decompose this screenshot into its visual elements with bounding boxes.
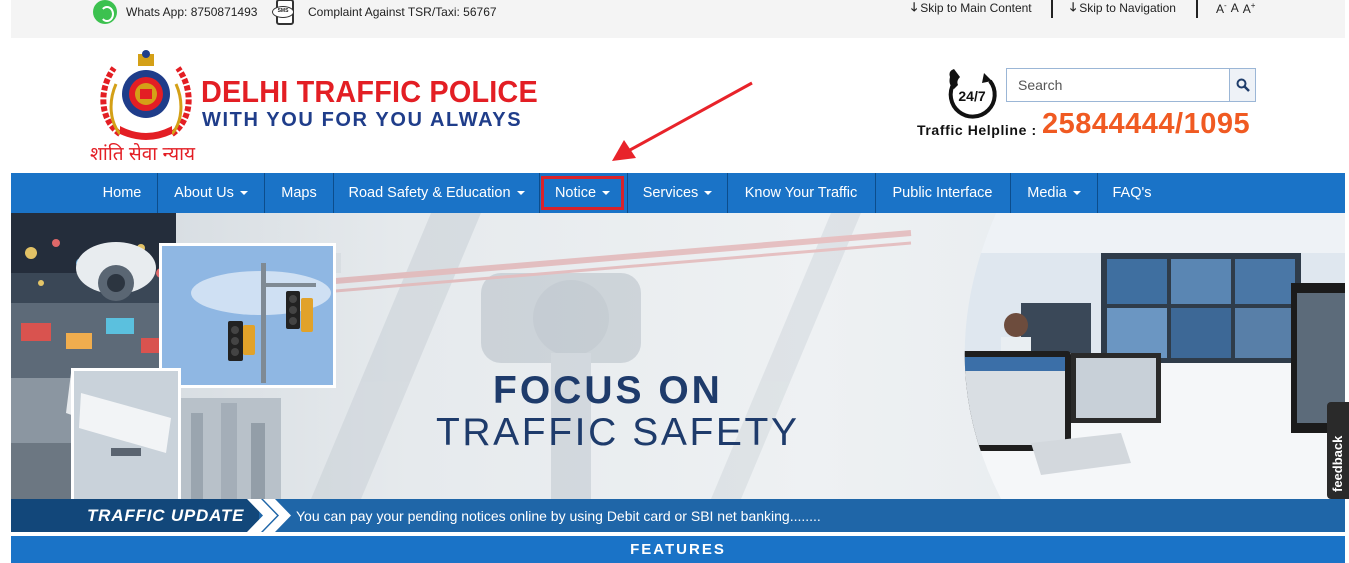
skip-to-nav-link[interactable]: 🡓 Skip to Navigation	[1070, 0, 1176, 16]
search-icon	[1236, 78, 1250, 92]
font-size-controls: A- A A+	[1216, 0, 1255, 16]
feedback-tab[interactable]: feedback	[1327, 402, 1349, 499]
complaint-text: Complaint Against TSR/Taxi: 56767	[308, 5, 497, 19]
whatsapp-text: Whats App: 8750871493	[126, 5, 258, 19]
hindi-motto: शांति सेवा न्याय	[90, 144, 196, 165]
nav-item-road-safety[interactable]: Road Safety & Education	[334, 173, 539, 213]
double-chevron-right-icon	[247, 499, 291, 532]
nav-divider	[539, 173, 540, 213]
whatsapp-icon	[93, 0, 117, 24]
features-section-header: FEATURES	[11, 536, 1345, 563]
ticker-label: TRAFFIC UPDATE	[11, 499, 259, 532]
search-button[interactable]	[1229, 69, 1255, 101]
nav-item-know-your-traffic[interactable]: Know Your Traffic	[728, 173, 874, 213]
whatsapp-contact: Whats App: 8750871493	[93, 0, 257, 24]
nav-item-faqs[interactable]: FAQ's	[1098, 173, 1166, 213]
caret-down-icon	[1072, 191, 1081, 195]
delhi-police-emblem-icon[interactable]	[98, 50, 194, 142]
caret-down-icon	[239, 191, 248, 195]
font-reset-button[interactable]: A	[1231, 1, 1239, 15]
banner-headline-line1: FOCUS ON	[493, 369, 723, 412]
top-utility-bar: Whats App: 8750871493 SMS Complaint Agai…	[11, 0, 1345, 38]
search-box	[1006, 68, 1256, 102]
main-navigation: Home About Us Maps Road Safety & Educati…	[11, 173, 1345, 213]
features-title: FEATURES	[630, 541, 726, 558]
svg-text:24/7: 24/7	[958, 88, 985, 104]
nav-item-notice[interactable]: Notice	[541, 176, 624, 210]
site-title: DELHI TRAFFIC POLICE	[201, 74, 538, 109]
caret-down-icon	[516, 191, 525, 195]
banner-headline-line2: TRAFFIC SAFETY	[436, 411, 800, 454]
hero-banner: FOCUS ON TRAFFIC SAFETY	[11, 213, 1345, 499]
nav-item-home[interactable]: Home	[88, 173, 156, 213]
divider	[1051, 0, 1053, 18]
ticker-message-link[interactable]: You can pay your pending notices online …	[296, 499, 821, 532]
nav-item-services[interactable]: Services	[628, 173, 727, 213]
mobile-sms-icon: SMS	[272, 0, 294, 25]
feedback-label: feedback	[1330, 435, 1345, 492]
nav-item-maps[interactable]: Maps	[265, 173, 333, 213]
caret-down-icon	[602, 191, 611, 195]
complaint-contact: SMS Complaint Against TSR/Taxi: 56767	[272, 0, 497, 25]
skip-to-main-link[interactable]: 🡓 Skip to Main Content	[911, 0, 1032, 16]
site-tagline: WITH YOU FOR YOU ALWAYS	[202, 109, 523, 131]
phone-247-icon: 24/7	[948, 69, 997, 119]
helpline-label: Traffic Helpline :	[917, 122, 1037, 138]
nav-item-about-us[interactable]: About Us	[158, 173, 264, 213]
traffic-update-ticker: TRAFFIC UPDATE You can pay your pending …	[11, 499, 1345, 532]
banner-artwork	[11, 213, 1345, 499]
font-decrease-button[interactable]: A-	[1216, 1, 1227, 16]
divider	[1196, 0, 1198, 18]
arrow-down-icon: 🡓	[911, 0, 918, 14]
helpline-number: 25844444/1095	[1042, 108, 1251, 140]
arrow-down-icon: 🡓	[1070, 0, 1077, 14]
nav-item-media[interactable]: Media	[1011, 173, 1097, 213]
search-input[interactable]	[1007, 69, 1229, 101]
caret-down-icon	[704, 191, 713, 195]
font-increase-button[interactable]: A+	[1243, 1, 1256, 16]
nav-item-public-interface[interactable]: Public Interface	[876, 173, 1009, 213]
